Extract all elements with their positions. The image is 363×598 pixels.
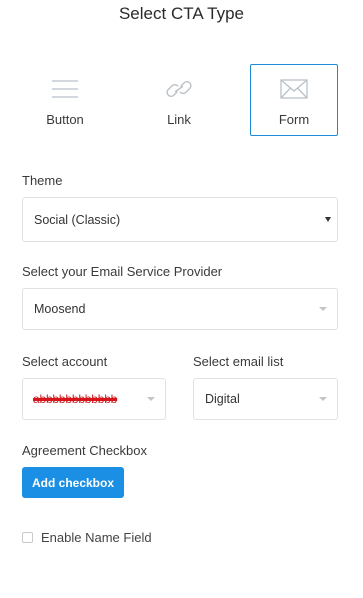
theme-label: Theme bbox=[22, 173, 63, 188]
envelope-icon bbox=[280, 79, 308, 99]
cta-type-button[interactable]: Button bbox=[22, 64, 108, 135]
chevron-down-icon bbox=[325, 216, 331, 222]
enable-name-field-label[interactable]: Enable Name Field bbox=[41, 530, 152, 545]
cta-type-selector: Button Link Form bbox=[22, 64, 338, 138]
cta-type-link-label: Link bbox=[167, 112, 191, 127]
chevron-down-icon bbox=[319, 307, 327, 311]
chain-link-icon bbox=[166, 81, 192, 97]
cta-type-button-label: Button bbox=[46, 112, 84, 127]
provider-select[interactable]: Moosend bbox=[22, 288, 338, 330]
account-label: Select account bbox=[22, 354, 108, 369]
agreement-label: Agreement Checkbox bbox=[22, 443, 148, 458]
redacted-account-value: abbbbbbbbbbbb bbox=[33, 392, 118, 406]
hamburger-lines-icon bbox=[52, 80, 78, 98]
email-list-select[interactable]: Digital bbox=[193, 378, 338, 420]
add-checkbox-button[interactable]: Add checkbox bbox=[22, 467, 124, 498]
chevron-down-icon bbox=[147, 397, 155, 401]
email-list-label: Select email list bbox=[193, 354, 284, 369]
provider-label: Select your Email Service Provider bbox=[22, 264, 223, 279]
account-select[interactable]: abbbbbbbbbbbb bbox=[22, 378, 166, 420]
provider-select-value: Moosend bbox=[34, 302, 86, 316]
panel-title: Select CTA Type bbox=[118, 4, 245, 23]
theme-select[interactable]: Social (Classic) bbox=[22, 197, 338, 242]
enable-name-field-checkbox[interactable] bbox=[22, 532, 33, 543]
theme-select-value: Social (Classic) bbox=[34, 212, 121, 227]
cta-type-form-label: Form bbox=[278, 112, 310, 127]
email-list-select-value: Digital bbox=[205, 392, 240, 406]
cta-type-link[interactable]: Link bbox=[136, 64, 222, 135]
chevron-down-icon bbox=[319, 397, 327, 401]
cta-type-form[interactable]: Form bbox=[250, 64, 338, 136]
